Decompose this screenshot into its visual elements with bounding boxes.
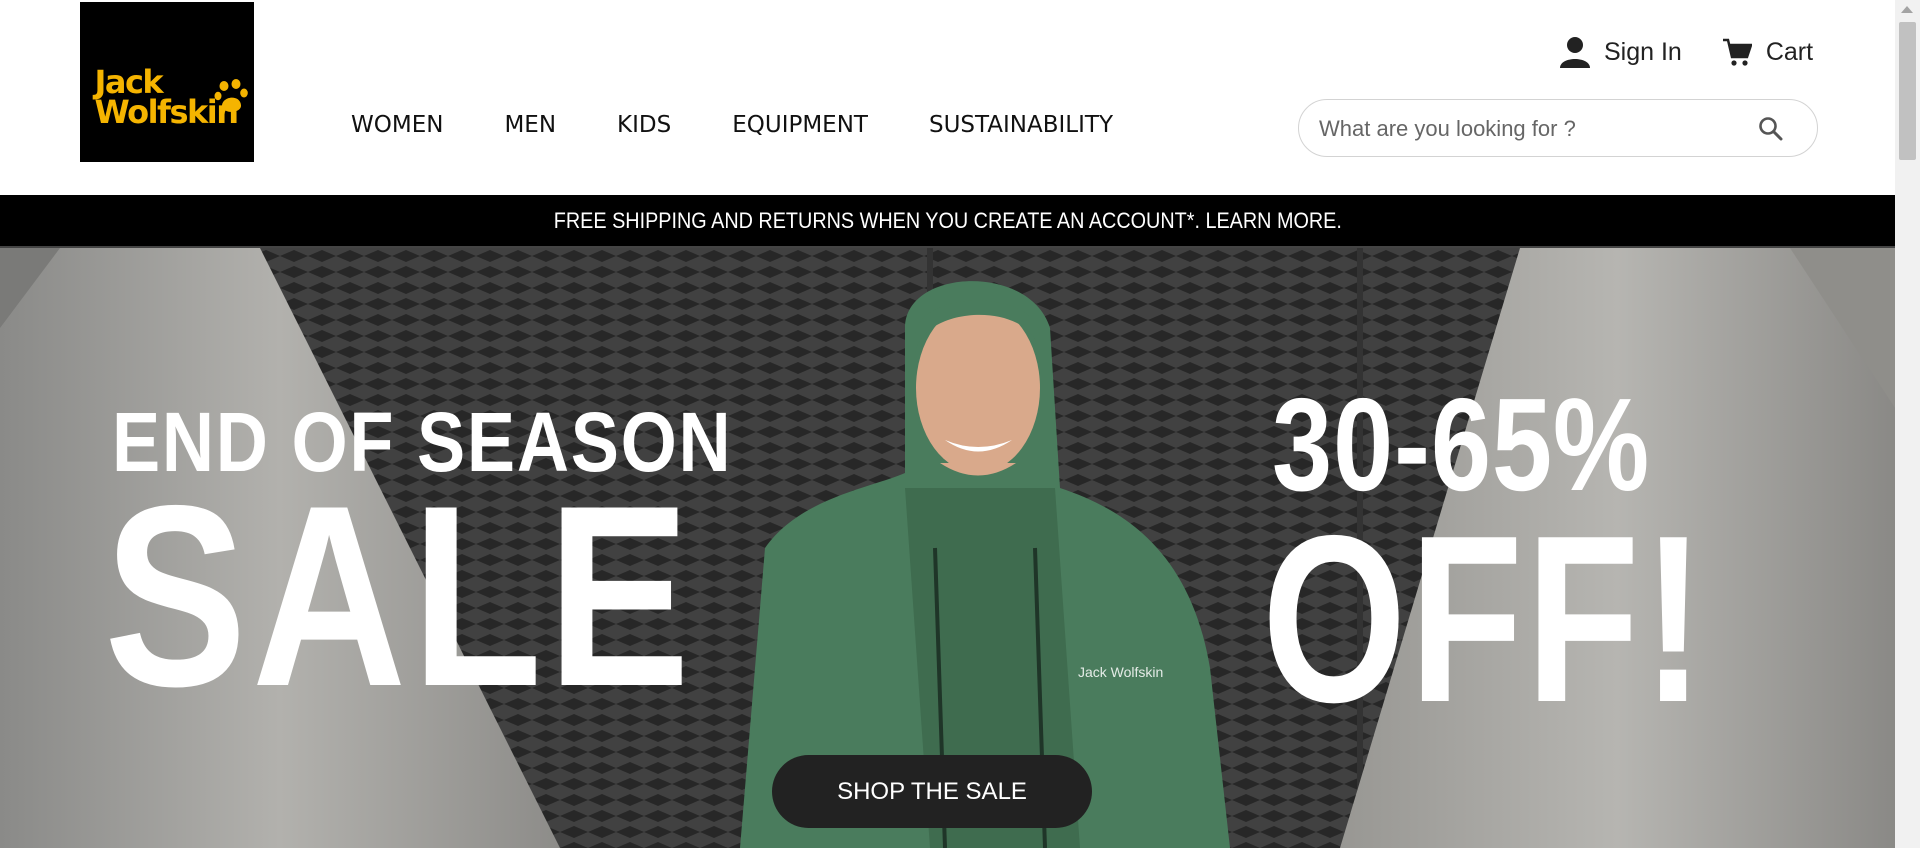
hero-headline-sale: SALE — [104, 451, 696, 740]
search-icon[interactable] — [1757, 115, 1785, 143]
sign-in-label: Sign In — [1604, 37, 1682, 66]
scrollbar-thumb[interactable] — [1899, 22, 1916, 160]
search-box — [1298, 99, 1818, 158]
promo-bar: FREE SHIPPING AND RETURNS WHEN YOU CREAT… — [0, 195, 1895, 248]
shop-the-sale-button[interactable]: SHOP THE SALE — [772, 755, 1092, 828]
account-links: Sign In Cart — [1560, 36, 1853, 68]
nav-item-men[interactable]: MEN — [504, 112, 556, 138]
scroll-up-arrow[interactable] — [1901, 6, 1913, 13]
cart-label: Cart — [1765, 37, 1814, 66]
main-nav: WOMEN MEN KIDS EQUIPMENT SUSTAINABILITY — [351, 112, 1174, 138]
cart-icon — [1722, 38, 1752, 66]
promo-link[interactable]: FREE SHIPPING AND RETURNS WHEN YOU CREAT… — [553, 208, 1341, 234]
cart-link[interactable]: Cart — [1722, 37, 1813, 67]
nav-item-women[interactable]: WOMEN — [351, 112, 443, 138]
paw-icon — [214, 79, 248, 112]
search-input[interactable] — [1317, 100, 1741, 158]
sign-in-link[interactable]: Sign In — [1560, 36, 1682, 68]
hero-banner[interactable]: Jack Wolfskin END OF SEASON SALE 30-65% … — [0, 248, 1895, 848]
nav-item-sustainability[interactable]: SUSTAINABILITY — [929, 112, 1113, 138]
nav-item-equipment[interactable]: EQUIPMENT — [732, 112, 868, 138]
hero-discount-suffix: OFF! — [1262, 487, 1708, 752]
jacket-logo-text: Jack Wolfskin — [1078, 664, 1164, 680]
user-icon — [1560, 37, 1590, 68]
site-header: Jack Wolfskin WOMEN MEN KIDS EQUIPMENT S… — [0, 0, 1895, 195]
nav-item-kids[interactable]: KIDS — [617, 112, 671, 138]
